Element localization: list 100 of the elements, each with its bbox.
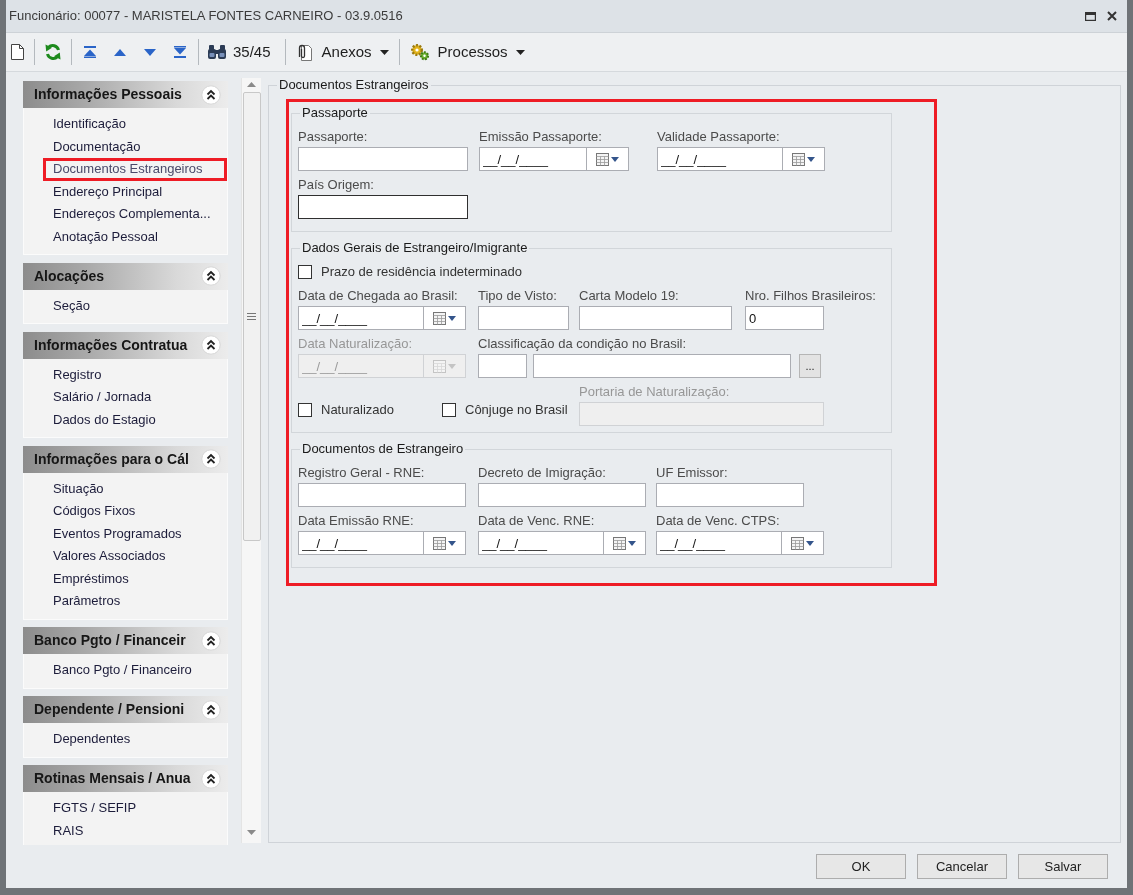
- double-chevron-up-icon[interactable]: [201, 630, 221, 651]
- field-label: Data de Venc. CTPS:: [656, 513, 780, 529]
- group-header[interactable]: Dependente / Pensioni: [23, 696, 228, 723]
- double-chevron-up-icon[interactable]: [201, 449, 221, 469]
- sidebar-item[interactable]: Códigos Fixos: [43, 500, 227, 523]
- double-chevron-up-icon[interactable]: [201, 699, 221, 720]
- grip-icon: [247, 313, 256, 320]
- calendar-icon: [792, 152, 805, 166]
- close-icon: [1107, 11, 1117, 21]
- text-field[interactable]: [298, 195, 468, 219]
- calendar-icon: [596, 152, 609, 166]
- group-title: Passaporte: [301, 105, 369, 121]
- sidebar-item[interactable]: Banco Pgto / Financeiro: [43, 659, 227, 682]
- field-label: Classificação da condição no Brasil:: [478, 336, 687, 352]
- double-chevron-up-icon[interactable]: [201, 84, 221, 105]
- caret-icon: [379, 49, 389, 55]
- sidebar-item[interactable]: Seção: [43, 294, 227, 317]
- field-label: Registro Geral - RNE:: [298, 465, 425, 481]
- sidebar-item[interactable]: Salário / Jornada: [43, 386, 227, 409]
- attachments-menu[interactable]: Anexos: [291, 38, 393, 66]
- sidebar-item[interactable]: Anotação Pessoal: [43, 225, 227, 248]
- sidebar-item[interactable]: Dados do Estagio: [43, 408, 227, 431]
- date-field[interactable]: __/__/____: [479, 147, 587, 171]
- checkbox[interactable]: [298, 265, 312, 279]
- dialog-button[interactable]: OK: [816, 854, 906, 879]
- group-header[interactable]: Alocações: [23, 262, 228, 290]
- calendar-button[interactable]: [424, 531, 466, 555]
- text-field[interactable]: [656, 483, 804, 507]
- scroll-up-icon[interactable]: [247, 82, 256, 87]
- date-field[interactable]: __/__/____: [298, 531, 424, 555]
- sidebar-item[interactable]: Documentos Estrangeiros: [43, 158, 227, 181]
- text-field[interactable]: 0: [745, 306, 824, 330]
- calendar-icon: [613, 536, 626, 550]
- calendar-icon: [433, 359, 446, 373]
- field-label: Data Emissão RNE:: [298, 513, 414, 529]
- window-title: Funcionário: 00077 - MARISTELA FONTES CARNEIRO - 03.9.0516: [9, 8, 403, 24]
- date-field[interactable]: __/__/____: [478, 531, 604, 555]
- text-field[interactable]: [478, 483, 646, 507]
- sidebar-item[interactable]: FGTS / SEFIP: [43, 797, 227, 820]
- calendar-button[interactable]: [604, 531, 646, 555]
- group-header[interactable]: Informações Contratua: [23, 331, 228, 359]
- sidebar-item[interactable]: Registro: [43, 363, 227, 386]
- sidebar-item[interactable]: Situação: [43, 477, 227, 500]
- sidebar-item[interactable]: Eventos Programados: [43, 522, 227, 545]
- binoculars-icon: [207, 44, 227, 60]
- bottom-arrow-icon: [173, 46, 187, 58]
- text-field[interactable]: [579, 306, 732, 330]
- sidebar-item[interactable]: Empréstimos: [43, 567, 227, 590]
- refresh-icon: [44, 43, 62, 61]
- double-chevron-up-icon[interactable]: [201, 266, 221, 286]
- sidebar-item[interactable]: Dependentes: [43, 728, 227, 751]
- double-chevron-up-icon[interactable]: [201, 335, 221, 355]
- lookup-button[interactable]: ...: [799, 354, 821, 378]
- dialog-button[interactable]: Cancelar: [917, 854, 1007, 879]
- down-arrow-icon: [144, 48, 156, 56]
- field-label: Decreto de Imigração:: [478, 465, 606, 481]
- field-label: País Origem:: [298, 177, 374, 193]
- date-field[interactable]: __/__/____: [656, 531, 782, 555]
- dialog-button[interactable]: Salvar: [1018, 854, 1108, 879]
- sidebar-item[interactable]: Documentação: [43, 135, 227, 158]
- sidebar-item[interactable]: Identificação: [43, 113, 227, 136]
- calendar-button[interactable]: [424, 306, 466, 330]
- date-field[interactable]: __/__/____: [298, 306, 424, 330]
- sidebar-item[interactable]: Valores Associados: [43, 545, 227, 568]
- code-field[interactable]: [478, 354, 527, 378]
- section-title: Documentos Estrangeiros: [278, 77, 430, 93]
- date-field[interactable]: __/__/____: [657, 147, 783, 171]
- calendar-icon: [433, 536, 446, 550]
- double-chevron-up-icon[interactable]: [201, 768, 221, 789]
- calendar-button[interactable]: [783, 147, 825, 171]
- calendar-button[interactable]: [587, 147, 629, 171]
- group-header[interactable]: Informações para o Cál: [23, 445, 228, 473]
- calendar-icon: [791, 536, 804, 550]
- processes-menu[interactable]: Processos: [405, 38, 529, 66]
- sidebar-item[interactable]: Parâmetros: [43, 590, 227, 613]
- scroll-down-icon[interactable]: [247, 830, 256, 835]
- caret-icon: [448, 315, 456, 321]
- description-field[interactable]: [533, 354, 791, 378]
- text-field[interactable]: [298, 147, 468, 171]
- group-header[interactable]: Banco Pgto / Financeir: [23, 627, 228, 654]
- scroll-thumb[interactable]: [242, 92, 261, 541]
- sidebar-item[interactable]: Endereços Complementa...: [43, 203, 227, 226]
- scrollbar-track[interactable]: [241, 78, 261, 843]
- group-header[interactable]: Informações Pessoais: [23, 81, 228, 108]
- caret-icon: [611, 156, 619, 162]
- sidebar-item[interactable]: RAIS: [43, 819, 227, 842]
- text-field[interactable]: [298, 483, 466, 507]
- text-field[interactable]: [478, 306, 569, 330]
- sidebar-item[interactable]: Endereço Principal: [43, 180, 227, 203]
- checkbox[interactable]: [442, 403, 456, 417]
- group-header[interactable]: Rotinas Mensais / Anua: [23, 765, 228, 792]
- document-icon: [10, 44, 24, 60]
- caret-icon: [515, 49, 525, 55]
- calendar-button[interactable]: [782, 531, 824, 555]
- top-arrow-icon: [83, 46, 97, 58]
- up-arrow-icon: [114, 48, 126, 56]
- checkbox[interactable]: [298, 403, 312, 417]
- gears-icon: [409, 43, 430, 61]
- field-label: Portaria de Naturalização:: [579, 384, 730, 400]
- field-label: Data de Venc. RNE:: [478, 513, 595, 529]
